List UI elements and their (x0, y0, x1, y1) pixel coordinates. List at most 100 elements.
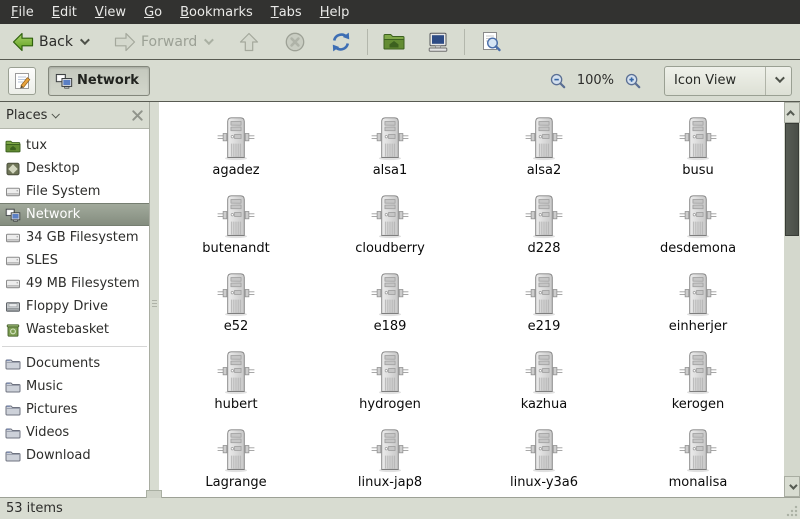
view-selector[interactable]: Icon View (664, 65, 792, 96)
view-selector-value: Icon View (674, 73, 737, 88)
computer-button[interactable] (421, 27, 455, 57)
search-button[interactable] (474, 27, 508, 57)
menu-item-bookmarks[interactable]: Bookmarks (171, 0, 262, 24)
vertical-scrollbar[interactable] (783, 102, 800, 497)
edit-location-button[interactable] (8, 66, 36, 95)
chevron-down-icon (789, 480, 798, 490)
scroll-up-button[interactable] (784, 102, 800, 123)
sidebar-item-videos[interactable]: Videos (0, 421, 149, 444)
server-label: busu (682, 163, 714, 178)
splitter-grip[interactable] (152, 299, 157, 309)
server-label: monalisa (668, 475, 728, 490)
folder-icon (5, 448, 21, 464)
back-button[interactable]: Back (6, 27, 92, 57)
sidebar-item-sles[interactable]: SLES (0, 249, 149, 272)
back-history-chevron-down-icon[interactable] (79, 35, 90, 46)
server-alsa2[interactable]: alsa2 (467, 108, 621, 186)
server-einherjer[interactable]: einherjer (621, 264, 775, 342)
sidebar-item-label: Pictures (26, 402, 78, 417)
close-icon[interactable] (132, 110, 143, 121)
menu-item-go[interactable]: Go (135, 0, 171, 24)
server-label: desdemona (659, 241, 737, 256)
server-butenandt[interactable]: butenandt (159, 186, 313, 264)
server-Lagrange[interactable]: Lagrange (159, 420, 313, 497)
network-server-icon (369, 272, 411, 318)
path-button-network[interactable]: Network (48, 65, 150, 96)
server-label: linux-y3a6 (509, 475, 579, 490)
sidebar-item-desktop[interactable]: Desktop (0, 157, 149, 180)
scrollbar-thumb[interactable] (785, 123, 799, 236)
stop-icon (283, 30, 307, 54)
menu-item-help[interactable]: Help (311, 0, 359, 24)
network-server-icon (677, 116, 719, 162)
server-monalisa[interactable]: monalisa (621, 420, 775, 497)
sidebar-item-documents[interactable]: Documents (0, 352, 149, 375)
sidebar-item-floppy-drive[interactable]: Floppy Drive (0, 295, 149, 318)
zoom-in-icon[interactable] (624, 72, 642, 90)
server-busu[interactable]: busu (621, 108, 775, 186)
menu-item-edit[interactable]: Edit (43, 0, 86, 24)
home-folder-icon (382, 30, 406, 54)
server-label: kazhua (520, 397, 568, 412)
drive-icon (5, 230, 21, 246)
edit-location-icon (12, 71, 32, 91)
sidebar-separator (2, 346, 147, 347)
view-selector-dropdown[interactable] (765, 66, 791, 95)
sidebar-header[interactable]: Places (0, 102, 149, 129)
server-agadez[interactable]: agadez (159, 108, 313, 186)
window-resize-grip[interactable] (785, 504, 799, 518)
sidebar-item-pictures[interactable]: Pictures (0, 398, 149, 421)
zoom-out-icon[interactable] (549, 72, 567, 90)
sidebar-splitter[interactable] (150, 102, 159, 497)
stop-button (278, 27, 312, 57)
sidebar-item-label: Download (26, 448, 91, 463)
server-linux-y3a6[interactable]: linux-y3a6 (467, 420, 621, 497)
sidebar-item-download[interactable]: Download (0, 444, 149, 467)
sidebar-item-file-system[interactable]: File System (0, 180, 149, 203)
forward-button: Forward (108, 27, 216, 57)
sidebar-item-49-mb-filesystem[interactable]: 49 MB Filesystem (0, 272, 149, 295)
sidebar-item-34-gb-filesystem[interactable]: 34 GB Filesystem (0, 226, 149, 249)
network-server-icon (215, 350, 257, 396)
toolbar-separator (464, 28, 466, 55)
server-kazhua[interactable]: kazhua (467, 342, 621, 420)
sidebar-item-label: Wastebasket (26, 322, 110, 337)
scroll-down-button[interactable] (784, 476, 800, 497)
network-server-icon (523, 272, 565, 318)
server-kerogen[interactable]: kerogen (621, 342, 775, 420)
forward-history-chevron-down-icon (204, 35, 215, 46)
reload-button[interactable] (324, 27, 358, 57)
sidebar-item-tux[interactable]: tux (0, 134, 149, 157)
server-desdemona[interactable]: desdemona (621, 186, 775, 264)
network-server-icon (677, 350, 719, 396)
network-server-icon (215, 272, 257, 318)
zoom-controls: 100% (549, 72, 642, 90)
sidebar-item-wastebasket[interactable]: Wastebasket (0, 318, 149, 341)
server-e189[interactable]: e189 (313, 264, 467, 342)
up-button (232, 27, 266, 57)
network-server-icon (215, 428, 257, 474)
toolbar: Back Forward (0, 24, 800, 60)
server-cloudberry[interactable]: cloudberry (313, 186, 467, 264)
forward-arrow-icon (113, 30, 137, 54)
sidebar-item-music[interactable]: Music (0, 375, 149, 398)
scrollbar-track[interactable] (784, 123, 800, 476)
server-e52[interactable]: e52 (159, 264, 313, 342)
home-button[interactable] (377, 27, 411, 57)
network-server-icon (523, 194, 565, 240)
server-hubert[interactable]: hubert (159, 342, 313, 420)
drive-icon (5, 184, 21, 200)
server-alsa1[interactable]: alsa1 (313, 108, 467, 186)
menu-item-view[interactable]: View (86, 0, 135, 24)
server-hydrogen[interactable]: hydrogen (313, 342, 467, 420)
icon-view[interactable]: agadez alsa1 alsa2 busu butenandt cloudb… (159, 102, 783, 497)
server-linux-jap8[interactable]: linux-jap8 (313, 420, 467, 497)
sidebar-item-network[interactable]: Network (0, 203, 149, 226)
desktop-icon (5, 161, 21, 177)
icon-grid: agadez alsa1 alsa2 busu butenandt cloudb… (159, 108, 783, 497)
menu-item-tabs[interactable]: Tabs (262, 0, 311, 24)
server-e219[interactable]: e219 (467, 264, 621, 342)
menu-item-file[interactable]: File (2, 0, 43, 24)
server-d228[interactable]: d228 (467, 186, 621, 264)
floppy-icon (5, 299, 21, 315)
